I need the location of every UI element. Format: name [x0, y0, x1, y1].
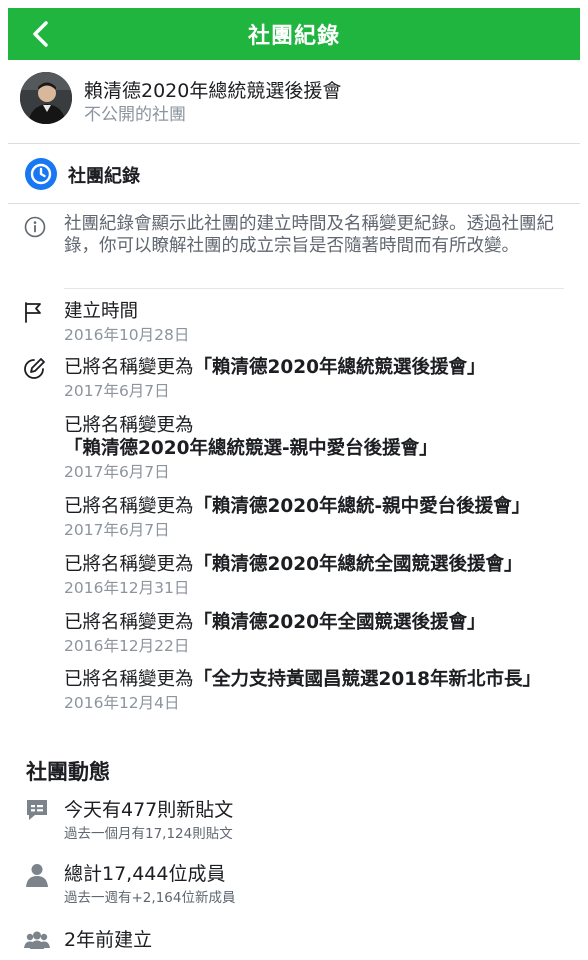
- rename-name: 「賴清德2020年總統全國競選後援會」: [193, 554, 523, 575]
- rename-name: 「全力支持黃國昌競選2018年新北市長」: [193, 669, 542, 690]
- divider: [8, 203, 580, 204]
- rename-date: 2017年6月7日: [64, 521, 170, 539]
- clock-icon: [25, 158, 57, 190]
- rename-name: 「賴清德2020年全國競選後援會」: [193, 612, 486, 633]
- members-total: 總計17,444位成員: [64, 863, 226, 885]
- rename-prefix: 已將名稱變更為: [64, 669, 194, 690]
- history-entry-created: 建立時間 2016年10月28日: [64, 300, 562, 345]
- person-icon: [26, 864, 48, 887]
- stat-created: 2年前建立: [64, 928, 562, 952]
- section-heading: 社團紀錄: [8, 150, 580, 198]
- flag-icon: [25, 302, 41, 323]
- back-button[interactable]: [26, 18, 56, 50]
- group-header[interactable]: 賴清德2020年總統競選後援會 不公開的社團: [8, 62, 580, 142]
- page-title: 社團紀錄: [247, 24, 340, 49]
- history-entry-rename: 已將名稱變更為「賴清德2020年總統競選後援會」 2017年6月7日: [64, 356, 562, 401]
- info-text: 社團紀錄會顯示此社團的建立時間及名稱變更紀錄。透過社團紀錄，你可以瞭解社團的成立…: [64, 214, 554, 256]
- stat-posts: 今天有477則新貼文 過去一個月有17,124則貼文: [64, 798, 562, 843]
- rename-prefix: 已將名稱變更為: [64, 496, 194, 517]
- rename-date: 2016年12月4日: [64, 694, 180, 712]
- edit-icon: [24, 358, 45, 379]
- members-week: 過去一週有+2,164位新成員: [64, 890, 236, 906]
- rename-date: 2016年12月22日: [64, 637, 190, 655]
- group-privacy: 不公開的社團: [84, 105, 186, 125]
- rename-date: 2017年6月7日: [64, 463, 170, 481]
- chat-bubble-icon: [27, 800, 47, 820]
- history-entry-rename: 已將名稱變更為「賴清德2020年總統全國競選後援會」 2016年12月31日: [64, 553, 562, 598]
- posts-today: 今天有477則新貼文: [64, 799, 234, 821]
- divider: [64, 288, 564, 289]
- rename-prefix: 已將名稱變更為: [64, 554, 194, 575]
- divider: [8, 143, 580, 144]
- activity-title: 社團動態: [26, 760, 110, 784]
- rename-prefix: 已將名稱變更為: [64, 612, 194, 633]
- rename-prefix: 已將名稱變更為: [64, 357, 194, 378]
- info-icon: [24, 216, 46, 238]
- rename-prefix: 已將名稱變更為: [64, 415, 194, 436]
- rename-name: 「賴清德2020年總統競選後援會」: [193, 357, 486, 378]
- group-avatar[interactable]: [20, 72, 72, 124]
- history-entry-rename: 已將名稱變更為「賴清德2020年總統競選-親中愛台後援會」 2017年6月7日: [64, 414, 562, 482]
- avatar-photo: [20, 72, 72, 124]
- created-date: 2016年10月28日: [64, 326, 190, 344]
- chevron-left-icon: [33, 21, 48, 47]
- stat-members: 總計17,444位成員 過去一週有+2,164位新成員: [64, 862, 562, 907]
- created-ago: 2年前建立: [64, 929, 153, 951]
- created-label: 建立時間: [64, 301, 139, 322]
- history-entry-rename: 已將名稱變更為「全力支持黃國昌競選2018年新北市長」 2016年12月4日: [64, 668, 562, 713]
- posts-month: 過去一個月有17,124則貼文: [64, 826, 233, 842]
- rename-name: 「賴清德2020年總統競選-親中愛台後援會」: [64, 438, 438, 459]
- rename-date: 2016年12月31日: [64, 579, 190, 597]
- rename-date: 2017年6月7日: [64, 382, 170, 400]
- rename-name: 「賴清德2020年總統-親中愛台後援會」: [193, 496, 531, 517]
- history-entry-rename: 已將名稱變更為「賴清德2020年全國競選後援會」 2016年12月22日: [64, 611, 562, 656]
- top-bar: 社團紀錄: [8, 8, 580, 60]
- group-name[interactable]: 賴清德2020年總統競選後援會: [84, 76, 341, 103]
- history-entry-rename: 已將名稱變更為「賴清德2020年總統-親中愛台後援會」 2017年6月7日: [64, 495, 562, 540]
- section-title: 社團紀錄: [68, 166, 140, 187]
- group-icon: [24, 931, 50, 949]
